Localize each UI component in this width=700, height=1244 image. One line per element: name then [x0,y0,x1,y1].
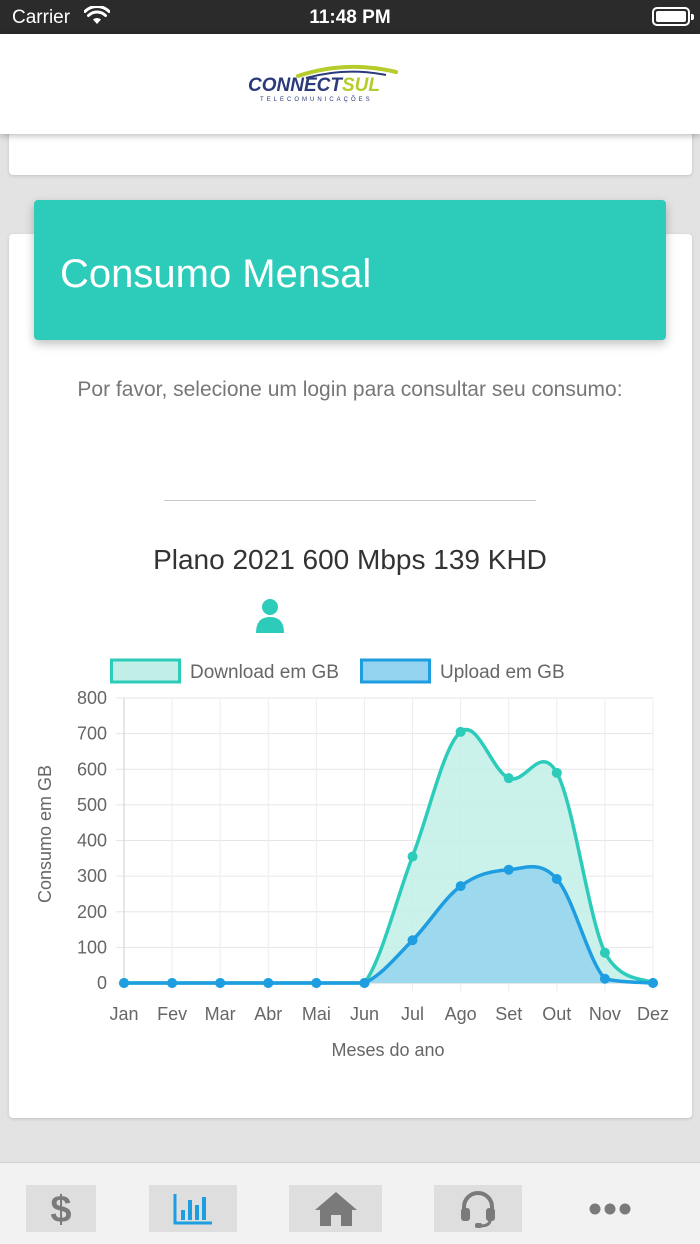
x-tick-label: Fev [157,1004,187,1024]
y-tick-label: 500 [77,795,107,815]
logo-word-connect: CONNECT [248,75,343,96]
clock: 11:48 PM [309,7,391,28]
legend-label: Download em GB [190,662,339,683]
dollar-icon: $ [50,1189,71,1230]
tab-consumo[interactable] [149,1185,237,1232]
login-select[interactable] [164,500,536,501]
tab-financeiro[interactable]: $ [26,1185,96,1232]
consumption-chart: Download em GB Upload em GB 0 100 200 300 400… [35,658,669,1060]
y-axis-label: Consumo em GB [35,765,55,903]
chart-legend: Download em GB Upload em GB [110,658,565,684]
x-axis-label: Meses do ano [331,1040,444,1060]
data-point [455,726,466,737]
x-tick-label: Jul [401,1004,424,1024]
y-tick-label: 100 [77,937,107,957]
data-point [167,978,178,988]
x-axis-ticks: Jan Fev Mar Abr Mai Jun Jul Ago Set Out Nov Dez [109,1004,669,1024]
tab-mais[interactable] [580,1185,640,1232]
y-tick-label: 800 [77,688,107,708]
battery-icon [652,7,694,26]
x-tick-label: Dez [637,1004,669,1024]
card-title: Consumo Mensal [60,252,372,296]
data-point [311,978,322,988]
x-tick-label: Mai [302,1004,331,1024]
x-tick-label: Ago [445,1004,477,1024]
card-header: Consumo Mensal [34,200,666,340]
data-point [455,881,466,892]
logo-subtitle: TELECOMUNICAÇÕES [260,96,373,103]
y-tick-label: 200 [77,902,107,922]
data-point [359,978,370,988]
bar-chart-icon [173,1193,212,1224]
x-tick-label: Mar [205,1004,236,1024]
data-point [215,978,226,988]
more-icon [589,1203,631,1214]
chart-areas [123,727,654,985]
svg-text:$: $ [50,1189,71,1230]
y-tick-label: 600 [77,759,107,779]
data-point [407,851,418,862]
x-tick-label: Jun [350,1004,379,1024]
svg-text:CONNECTSUL: CONNECTSUL [248,75,380,96]
data-point [551,767,562,778]
legend-label: Upload em GB [440,662,565,683]
y-axis-ticks: 0 100 200 300 400 500 600 700 800 [77,688,107,993]
y-tick-label: 700 [77,724,107,744]
home-icon [314,1191,357,1226]
x-tick-label: Jan [109,1004,138,1024]
x-tick-label: Abr [254,1004,282,1024]
y-tick-label: 0 [97,973,107,993]
connectsul-logo: CONNECTSUL TELECOMUNICAÇÕES [246,64,456,104]
x-tick-label: Nov [589,1004,621,1024]
y-tick-label: 300 [77,866,107,886]
data-point [503,864,514,875]
data-point [599,973,610,984]
instruction-text: Por favor, selecione um login para consu… [77,378,623,401]
app-header: CONNECTSUL TELECOMUNICAÇÕES [0,34,700,134]
y-tick-label: 400 [77,831,107,851]
x-tick-label: Out [542,1004,571,1024]
data-point [407,935,418,946]
logo-word-sul: SUL [342,75,380,96]
plan-name: Plano 2021 600 Mbps 139 KHD [153,544,547,575]
data-point [263,978,274,988]
data-point [551,873,562,884]
tab-suporte[interactable] [434,1185,522,1232]
data-point [119,978,129,988]
tab-bar: $ [0,1162,700,1244]
user-icon [255,598,285,639]
data-point [599,947,610,958]
status-bar: Carrier 11:48 PM [0,0,700,34]
data-point [503,773,514,784]
tab-inicio[interactable] [289,1185,382,1232]
data-point [648,978,658,988]
headset-icon [461,1190,495,1228]
legend-swatch [360,658,431,684]
legend-swatch [110,658,181,684]
x-tick-label: Set [495,1004,522,1024]
